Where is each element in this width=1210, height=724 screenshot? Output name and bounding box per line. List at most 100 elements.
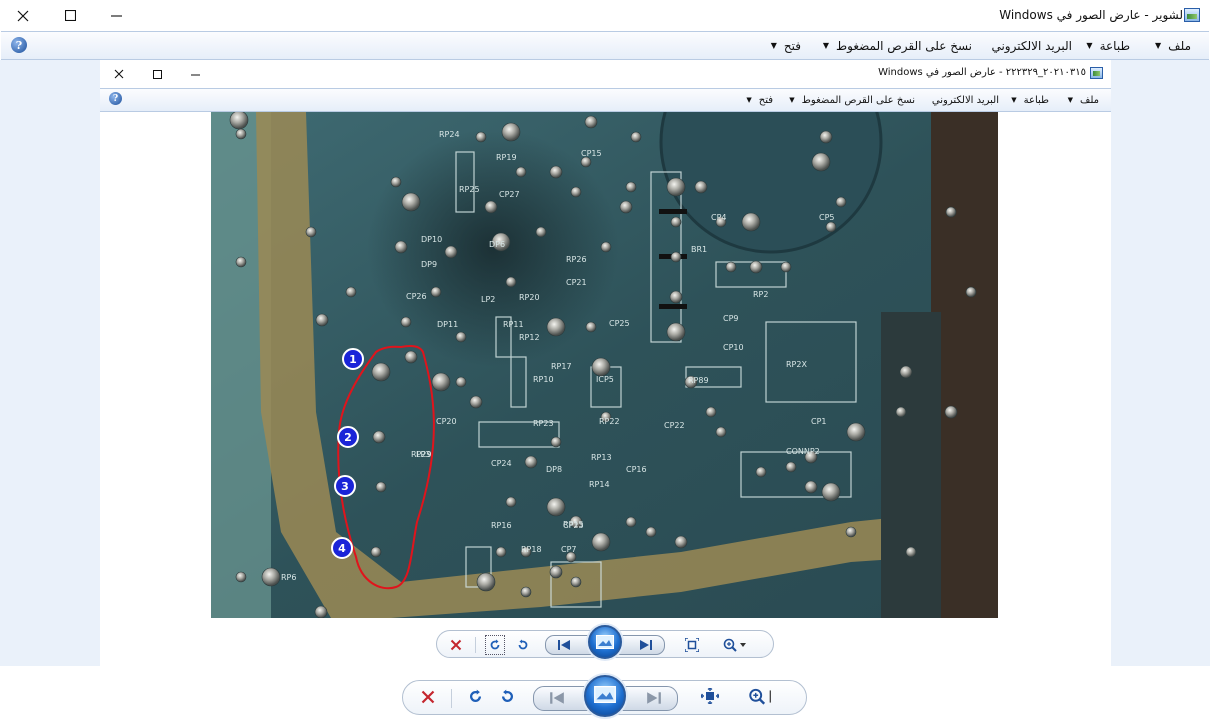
solder-joint [705, 406, 717, 418]
pcb-silkscreen-label: CP21 [566, 278, 587, 287]
solder-joint [585, 321, 597, 333]
pcb-silkscreen-label: RP6 [281, 573, 296, 582]
pcb-silkscreen-label: CP15 [581, 149, 602, 158]
solder-joint [965, 286, 977, 298]
solder-joint [899, 365, 913, 379]
zoom-icon[interactable] [719, 635, 751, 655]
chevron-down-icon: ▼ [746, 96, 752, 104]
separator [475, 637, 476, 653]
solder-joint [455, 376, 467, 388]
solder-joint [591, 357, 611, 377]
rotate-counterclockwise-button[interactable] [495, 687, 519, 709]
inner-photo-viewer-window[interactable]: ٢٠٢١٠٣١٥_٢٢٢٣٢٩ - عارض الصور في Windows … [100, 60, 1111, 666]
menu-file-label: ملف [1168, 38, 1191, 53]
slideshow-button[interactable] [584, 675, 626, 717]
solder-joint [570, 576, 582, 588]
zoom-icon [748, 688, 778, 709]
fit-to-window-button[interactable] [697, 687, 723, 709]
inner-close-icon[interactable] [100, 60, 138, 88]
solder-joint [895, 406, 907, 418]
previous-button[interactable] [541, 688, 573, 709]
solder-joint [645, 526, 657, 538]
inner-app-icon [1090, 67, 1103, 79]
pcb-silkscreen-label: RP13 [591, 453, 612, 462]
solder-joint [549, 565, 563, 579]
inner-window-title: ٢٠٢١٠٣١٥_٢٢٢٣٢٩ - عارض الصور في Windows [878, 67, 1086, 78]
pcb-silkscreen-label: RP89 [688, 376, 709, 385]
menu-file[interactable]: ملف ▼ [1155, 32, 1191, 59]
pcb-silkscreen-label: ICP5 [596, 375, 614, 384]
solder-joint [755, 466, 767, 478]
marker-3: 3 [334, 475, 356, 497]
menu-burn[interactable]: نسخ على القرص المضغوط ▼ [823, 32, 972, 59]
solder-joint [845, 526, 857, 538]
pcb-silkscreen-label: RP17 [551, 362, 572, 371]
help-icon[interactable]: ? [11, 37, 27, 53]
zoom-button[interactable] [743, 687, 783, 709]
pcb-photo: CP15 CP27 RP25 RP24 RP19 DP10 DP9 DP6 RP26 CP21 RP… [211, 112, 998, 618]
slideshow-icon[interactable] [588, 625, 622, 659]
minimize-icon[interactable] [93, 0, 139, 31]
solder-joint [630, 131, 642, 143]
solder-joint [725, 261, 737, 273]
photo-viewer-app-icon [1184, 8, 1200, 22]
inner-menu-file[interactable]: ملف ▼ [1068, 89, 1099, 111]
rotate-clockwise-button[interactable] [463, 687, 487, 709]
inner-minimize-icon[interactable] [176, 60, 214, 88]
previous-icon[interactable] [551, 636, 577, 654]
pcb-silkscreen-label: DP10 [421, 235, 442, 244]
inner-menu-open[interactable]: فتح ▼ [746, 89, 773, 111]
outer-viewer-background [1111, 60, 1210, 666]
separator [451, 689, 452, 708]
close-icon[interactable] [0, 0, 46, 31]
pcb-silkscreen-label: RP20 [519, 293, 540, 302]
chevron-down-icon: ▼ [789, 96, 795, 104]
inner-navigation-toolbar [436, 625, 774, 659]
solder-joint [314, 605, 328, 618]
actual-size-icon[interactable] [681, 635, 703, 655]
menu-email-label: البريد الالكتروني [991, 38, 1072, 53]
pcb-silkscreen-label: CP26 [406, 292, 427, 301]
maximize-icon[interactable] [47, 0, 93, 31]
menu-email[interactable]: البريد الالكتروني [991, 32, 1072, 59]
inner-help-icon[interactable]: ? [109, 92, 122, 105]
solder-joint [846, 422, 866, 442]
next-icon [646, 689, 662, 708]
delete-icon[interactable] [445, 635, 467, 655]
inner-title-bar: ٢٠٢١٠٣١٥_٢٢٢٣٢٩ - عارض الصور في Windows [100, 60, 1111, 88]
inner-maximize-icon[interactable] [138, 60, 176, 88]
inner-menu-print[interactable]: طباعة ▼ [1011, 89, 1049, 111]
solder-joint [741, 212, 761, 232]
inner-menu-burn[interactable]: نسخ على القرص المضغوط ▼ [789, 89, 915, 111]
delete-button[interactable] [415, 687, 441, 709]
solder-joint [821, 482, 841, 502]
solder-joint [235, 256, 247, 268]
solder-joint [469, 395, 483, 409]
solder-joint [535, 226, 547, 238]
pcb-silkscreen-label: CP25 [609, 319, 630, 328]
rotate-clockwise-icon[interactable] [485, 635, 505, 655]
inner-menu-bar: ? ملف ▼ طباعة ▼ البريد الالكتروني نسخ على … [100, 88, 1111, 112]
rotate-counterclockwise-icon [500, 689, 515, 708]
rotate-counterclockwise-icon[interactable] [513, 635, 533, 655]
solder-joint [819, 130, 833, 144]
solder-joint [476, 572, 496, 592]
solder-joint [375, 481, 387, 493]
pcb-silkscreen-label: LP2 [481, 295, 495, 304]
inner-menu-file-label: ملف [1079, 94, 1099, 106]
solder-joint [475, 131, 487, 143]
menu-print[interactable]: طباعة ▼ [1086, 32, 1130, 59]
solder-joint [945, 206, 957, 218]
solder-joint [625, 516, 637, 528]
pcb-silkscreen-label: RP29 [411, 450, 432, 459]
next-icon[interactable] [633, 636, 659, 654]
pcb-silkscreen-label: RP2X [786, 360, 807, 369]
solder-joint [401, 192, 421, 212]
navigation-toolbar [402, 675, 807, 717]
solder-joint [235, 128, 247, 140]
next-button[interactable] [638, 688, 670, 709]
window-title: لشوير - عارض الصور في Windows [999, 8, 1183, 22]
solder-joint [305, 226, 317, 238]
inner-menu-email[interactable]: البريد الالكتروني [932, 89, 999, 111]
menu-open[interactable]: فتح ▼ [771, 32, 801, 59]
